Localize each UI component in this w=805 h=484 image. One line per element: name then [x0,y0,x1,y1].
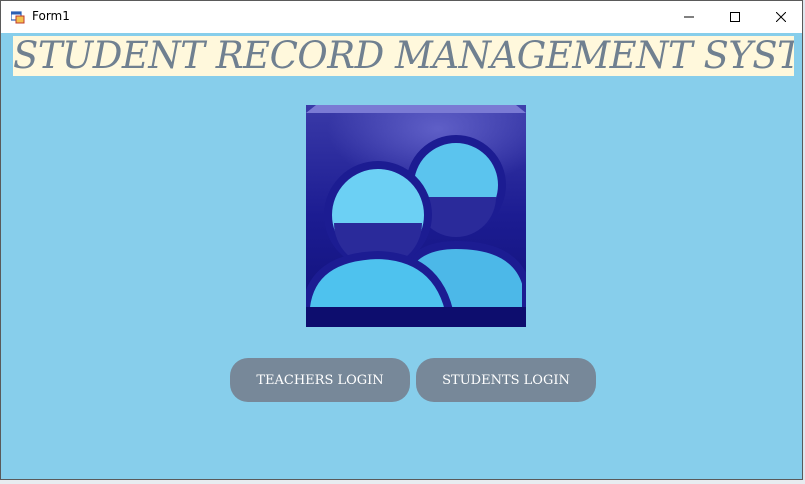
header-banner: STUDENT RECORD MANAGEMENT SYSTEM [13,36,794,76]
windows-form-icon [11,11,25,24]
window-title: Form1 [32,9,70,23]
minimize-icon [684,16,694,18]
users-icon [306,105,526,327]
minimize-button[interactable] [666,1,712,33]
maximize-icon [730,12,740,22]
maximize-button[interactable] [712,1,758,33]
background-window-edge-bottom [0,480,805,484]
title-bar[interactable]: Form1 [1,1,802,33]
close-icon [776,12,786,22]
app-window: Form1 STUDENT RECORD MANAGEMENT SYSTEM T… [0,0,803,480]
teachers-login-button[interactable]: TEACHERS LOGIN [230,358,410,402]
close-button[interactable] [758,1,804,33]
page-title: STUDENT RECORD MANAGEMENT SYSTEM [13,36,794,76]
students-login-button[interactable]: STUDENTS LOGIN [416,358,596,402]
